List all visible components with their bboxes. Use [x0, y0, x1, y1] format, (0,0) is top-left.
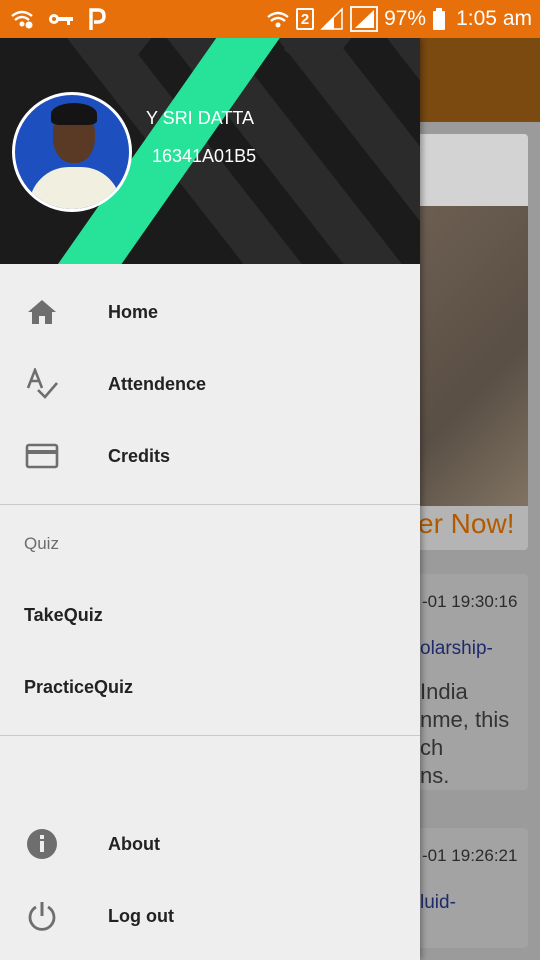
- clock: 1:05 am: [456, 7, 532, 30]
- divider: [0, 735, 420, 736]
- menu-label: About: [108, 833, 160, 854]
- signal-icon: [320, 7, 344, 31]
- battery-percent: 97%: [384, 7, 427, 30]
- spellcheck-icon: [24, 366, 60, 402]
- info-icon: [24, 826, 60, 862]
- divider: [0, 504, 420, 505]
- signal-icon: [350, 6, 378, 32]
- menu-item-credits[interactable]: Credits: [0, 420, 420, 492]
- menu-item-logout[interactable]: Log out: [0, 880, 420, 952]
- menu-item-practicequiz[interactable]: PracticeQuiz: [24, 677, 133, 698]
- drawer-header: Y SRI DATTA 16341A01B5: [0, 38, 420, 264]
- home-icon: [24, 294, 60, 330]
- card-timestamp: -01 19:30:16: [422, 592, 518, 611]
- card-body: India nme, this ch ns.: [420, 679, 510, 788]
- menu-item-home[interactable]: Home: [0, 276, 420, 348]
- news-card[interactable]: -01 19:26:21 luid-: [410, 828, 528, 948]
- menu-label: Credits: [108, 445, 171, 466]
- status-bar: 2 97% 1:05 am: [0, 0, 540, 38]
- menu-item-takequiz[interactable]: TakeQuiz: [24, 605, 103, 626]
- card-image: [410, 206, 528, 506]
- wifi-icon: [266, 9, 290, 29]
- news-card[interactable]: er Now!: [410, 134, 528, 550]
- card-link[interactable]: luid-: [420, 892, 456, 914]
- navigation-drawer: Y SRI DATTA 16341A01B5 Home Attendence C…: [0, 38, 420, 960]
- menu-label: Home: [108, 301, 159, 322]
- card-link[interactable]: olarship-: [420, 638, 493, 660]
- menu-label: Log out: [108, 905, 174, 926]
- avatar[interactable]: [12, 92, 132, 212]
- pinterest-p-icon: [88, 7, 106, 31]
- section-title-quiz: Quiz: [24, 534, 59, 553]
- credit-card-icon: [24, 438, 60, 474]
- menu-item-about[interactable]: About: [0, 808, 420, 880]
- card-timestamp: -01 19:26:21: [422, 846, 518, 865]
- menu-label: Attendence: [108, 373, 207, 394]
- register-now-text: er Now!: [418, 508, 515, 539]
- menu-item-attendence[interactable]: Attendence: [0, 348, 420, 420]
- user-name: Y SRI DATTA: [146, 108, 255, 128]
- news-card[interactable]: -01 19:30:16 olarship- India nme, this c…: [410, 574, 528, 790]
- battery-icon: [432, 8, 446, 30]
- power-icon: [24, 898, 60, 934]
- wifi-call-icon: [10, 9, 34, 29]
- key-icon: [48, 12, 74, 26]
- sim-badge: 2: [296, 8, 315, 30]
- user-id: 16341A01B5: [152, 146, 257, 166]
